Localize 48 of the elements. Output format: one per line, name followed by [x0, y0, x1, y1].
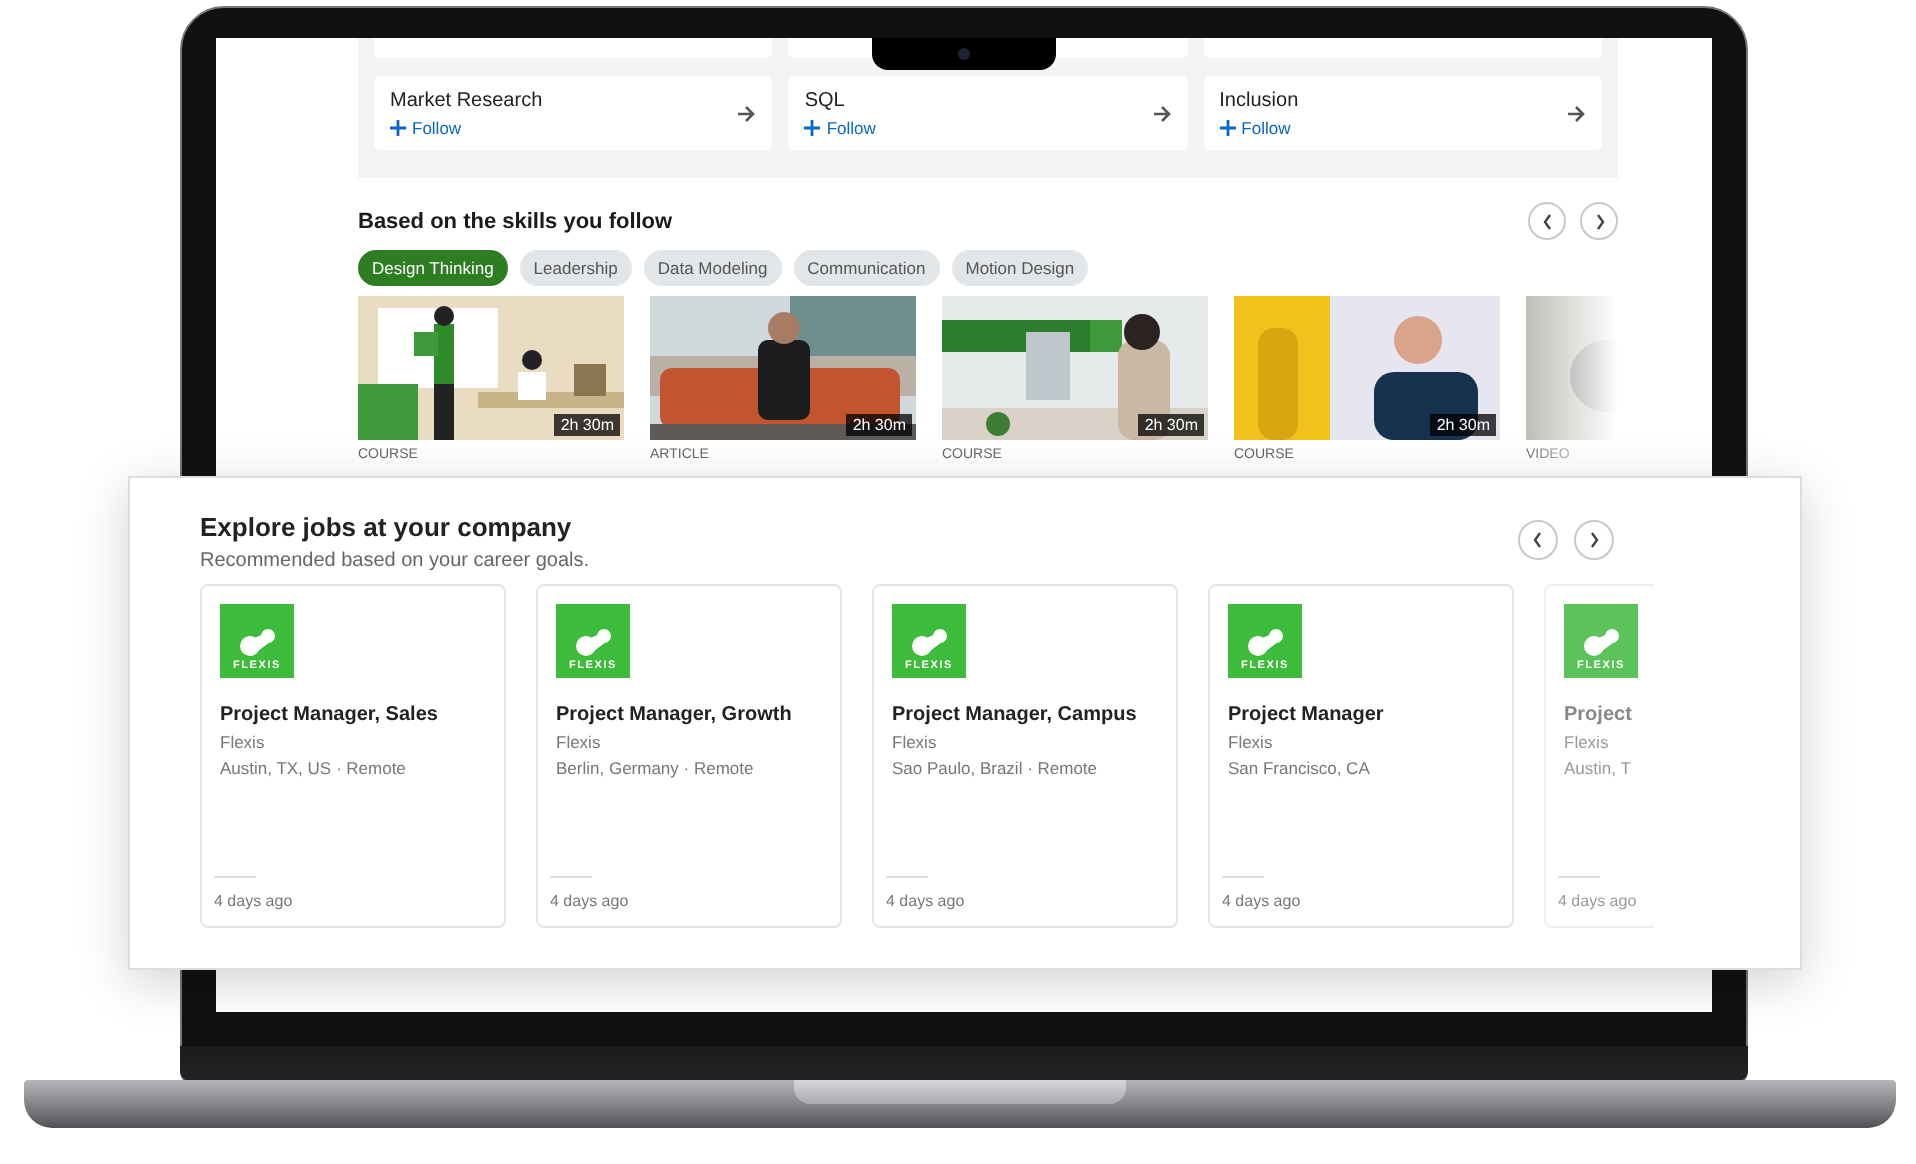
- plus-icon: [1219, 119, 1236, 135]
- duration-badge: 2h 30m: [554, 414, 620, 436]
- posted-time: 4 days ago: [214, 892, 295, 910]
- company-name: Flexis: [1564, 732, 1611, 752]
- job-location: Sao Paulo, Brazil · Remote: [892, 758, 1100, 778]
- posted-time: 4 days ago: [550, 892, 631, 910]
- previous-button[interactable]: [1518, 520, 1558, 560]
- arrow-right-icon: [1565, 103, 1586, 123]
- job-title: Project: [1564, 704, 1634, 726]
- arrow-right-icon: [736, 103, 757, 123]
- job-title: Project Manager: [1228, 704, 1386, 726]
- panel-title: Explore jobs at your company: [200, 512, 574, 542]
- section-title: Based on the skills you follow: [358, 209, 673, 233]
- posted-time: 4 days ago: [1222, 892, 1303, 910]
- plus-icon: [390, 119, 406, 135]
- follow-link[interactable]: Follow: [1219, 117, 1291, 137]
- previous-button[interactable]: [1528, 202, 1566, 240]
- skill-chip[interactable]: Leadership: [519, 250, 632, 286]
- posted-time: 4 days ago: [1558, 892, 1639, 910]
- skill-chip[interactable]: Design Thinking: [358, 250, 508, 286]
- company-name: Flexis: [1228, 732, 1275, 752]
- topic-name: Market Research: [390, 89, 543, 111]
- company-name: Flexis: [220, 732, 267, 752]
- skill-chip[interactable]: Communication: [793, 250, 940, 286]
- duration-badge: 2h 30m: [1138, 414, 1204, 436]
- skill-chip[interactable]: Motion Design: [951, 250, 1089, 286]
- follow-link[interactable]: Follow: [804, 117, 876, 137]
- topic-name: Inclusion: [1219, 89, 1299, 111]
- next-button[interactable]: [1574, 520, 1614, 560]
- follow-link[interactable]: Follow: [390, 117, 462, 137]
- duration-badge: 2h 30m: [846, 414, 912, 436]
- job-location: San Francisco, CA: [1228, 758, 1372, 778]
- job-location: Austin, T: [1564, 758, 1633, 778]
- company-name: Flexis: [892, 732, 939, 752]
- job-title: Project Manager, Sales: [220, 704, 440, 726]
- job-location: Austin, TX, US · Remote: [220, 758, 408, 778]
- topic-name: SQL: [804, 89, 847, 111]
- job-title: Project Manager, Campus: [892, 704, 1139, 726]
- skill-chip[interactable]: Data Modeling: [643, 250, 782, 286]
- panel-subtitle: Recommended based on your career goals.: [200, 550, 590, 572]
- duration-badge: 2h 30m: [1430, 414, 1496, 436]
- posted-time: 4 days ago: [886, 892, 967, 910]
- plus-icon: [804, 119, 821, 135]
- company-name: Flexis: [556, 732, 603, 752]
- next-button[interactable]: [1580, 202, 1618, 240]
- job-location: Berlin, Germany · Remote: [556, 758, 756, 778]
- job-title: Project Manager, Growth: [556, 704, 794, 726]
- arrow-right-icon: [1151, 103, 1172, 123]
